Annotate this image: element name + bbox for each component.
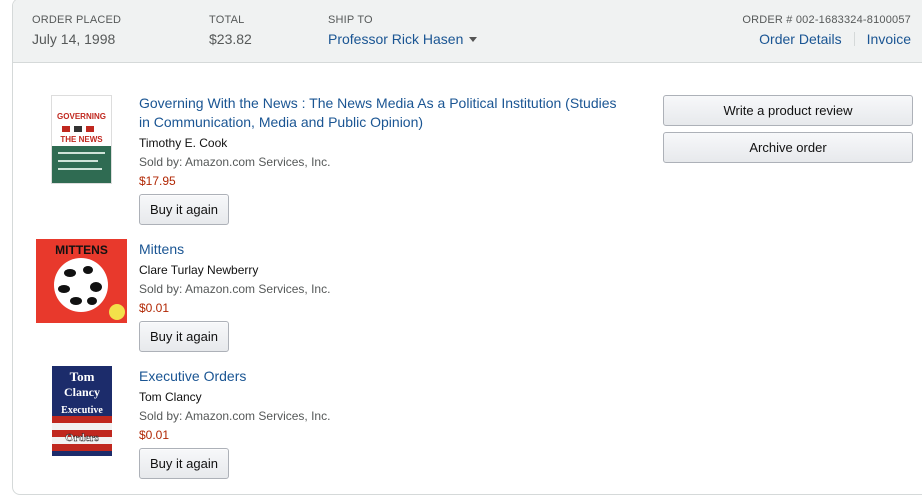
link-divider bbox=[853, 32, 855, 46]
item-seller: Sold by: Amazon.com Services, Inc. bbox=[139, 282, 331, 296]
order-links: Order Details Invoice bbox=[742, 31, 911, 47]
order-number-section: ORDER # 002-1683324-8100057 Order Detail… bbox=[742, 14, 911, 47]
order-details-link[interactable]: Order Details bbox=[759, 31, 841, 47]
cover-text: THE NEWS bbox=[60, 135, 103, 144]
governing-cover-art: GOVERNING THE NEWS bbox=[52, 96, 111, 183]
item-author: Clare Turlay Newberry bbox=[139, 263, 259, 277]
order-placed-date: July 14, 1998 bbox=[32, 31, 116, 47]
item-price: $17.95 bbox=[139, 174, 176, 188]
order-card: ORDER PLACED July 14, 1998 TOTAL $23.82 … bbox=[12, 0, 922, 495]
item-seller: Sold by: Amazon.com Services, Inc. bbox=[139, 155, 331, 169]
buy-it-again-button[interactable]: Buy it again bbox=[139, 194, 229, 225]
executive-orders-cover-art: Tom Clancy Executive Orders bbox=[52, 366, 112, 456]
ship-to-label: SHIP TO bbox=[328, 14, 373, 26]
buy-it-again-button[interactable]: Buy it again bbox=[139, 448, 229, 479]
book-cover-image[interactable]: MITTENS bbox=[36, 239, 127, 323]
order-placed-section: ORDER PLACED July 14, 1998 bbox=[32, 14, 121, 47]
cover-text: MITTENS bbox=[55, 243, 108, 257]
cover-text: Executive bbox=[61, 405, 103, 416]
cover-text: Clancy bbox=[64, 385, 100, 399]
cover-text: GOVERNING bbox=[57, 112, 106, 121]
cover-text: Orders bbox=[65, 432, 99, 444]
order-header: ORDER PLACED July 14, 1998 TOTAL $23.82 … bbox=[13, 0, 922, 63]
item-title-link[interactable]: Mittens bbox=[139, 240, 619, 259]
ship-to-name[interactable]: Professor Rick Hasen bbox=[328, 31, 463, 47]
order-number: ORDER # 002-1683324-8100057 bbox=[742, 14, 911, 26]
item-author: Tom Clancy bbox=[139, 390, 202, 404]
caret-down-icon[interactable] bbox=[469, 37, 478, 42]
book-cover-image[interactable]: Tom Clancy Executive Orders bbox=[52, 366, 112, 456]
buy-it-again-button[interactable]: Buy it again bbox=[139, 321, 229, 352]
total-section: TOTAL $23.82 bbox=[209, 14, 252, 47]
item-title-link[interactable]: Governing With the News : The News Media… bbox=[139, 94, 619, 132]
cover-text: Tom bbox=[70, 369, 95, 384]
item-price: $0.01 bbox=[139, 428, 170, 442]
invoice-link[interactable]: Invoice bbox=[867, 31, 911, 47]
item-price: $0.01 bbox=[139, 301, 170, 315]
book-cover-image[interactable]: GOVERNING THE NEWS bbox=[51, 95, 112, 184]
write-review-button[interactable]: Write a product review bbox=[663, 95, 913, 126]
ship-to-section: SHIP TO Professor Rick Hasen bbox=[328, 14, 478, 49]
item-title-link[interactable]: Executive Orders bbox=[139, 367, 619, 386]
ship-to-dropdown[interactable]: Professor Rick Hasen bbox=[328, 31, 478, 47]
item-author: Timothy E. Cook bbox=[139, 136, 228, 150]
order-placed-label: ORDER PLACED bbox=[32, 14, 122, 26]
mittens-cover-art: MITTENS bbox=[36, 239, 127, 323]
item-seller: Sold by: Amazon.com Services, Inc. bbox=[139, 409, 331, 423]
total-value: $23.82 bbox=[209, 31, 252, 47]
total-label: TOTAL bbox=[209, 14, 245, 26]
archive-order-button[interactable]: Archive order bbox=[663, 132, 913, 163]
